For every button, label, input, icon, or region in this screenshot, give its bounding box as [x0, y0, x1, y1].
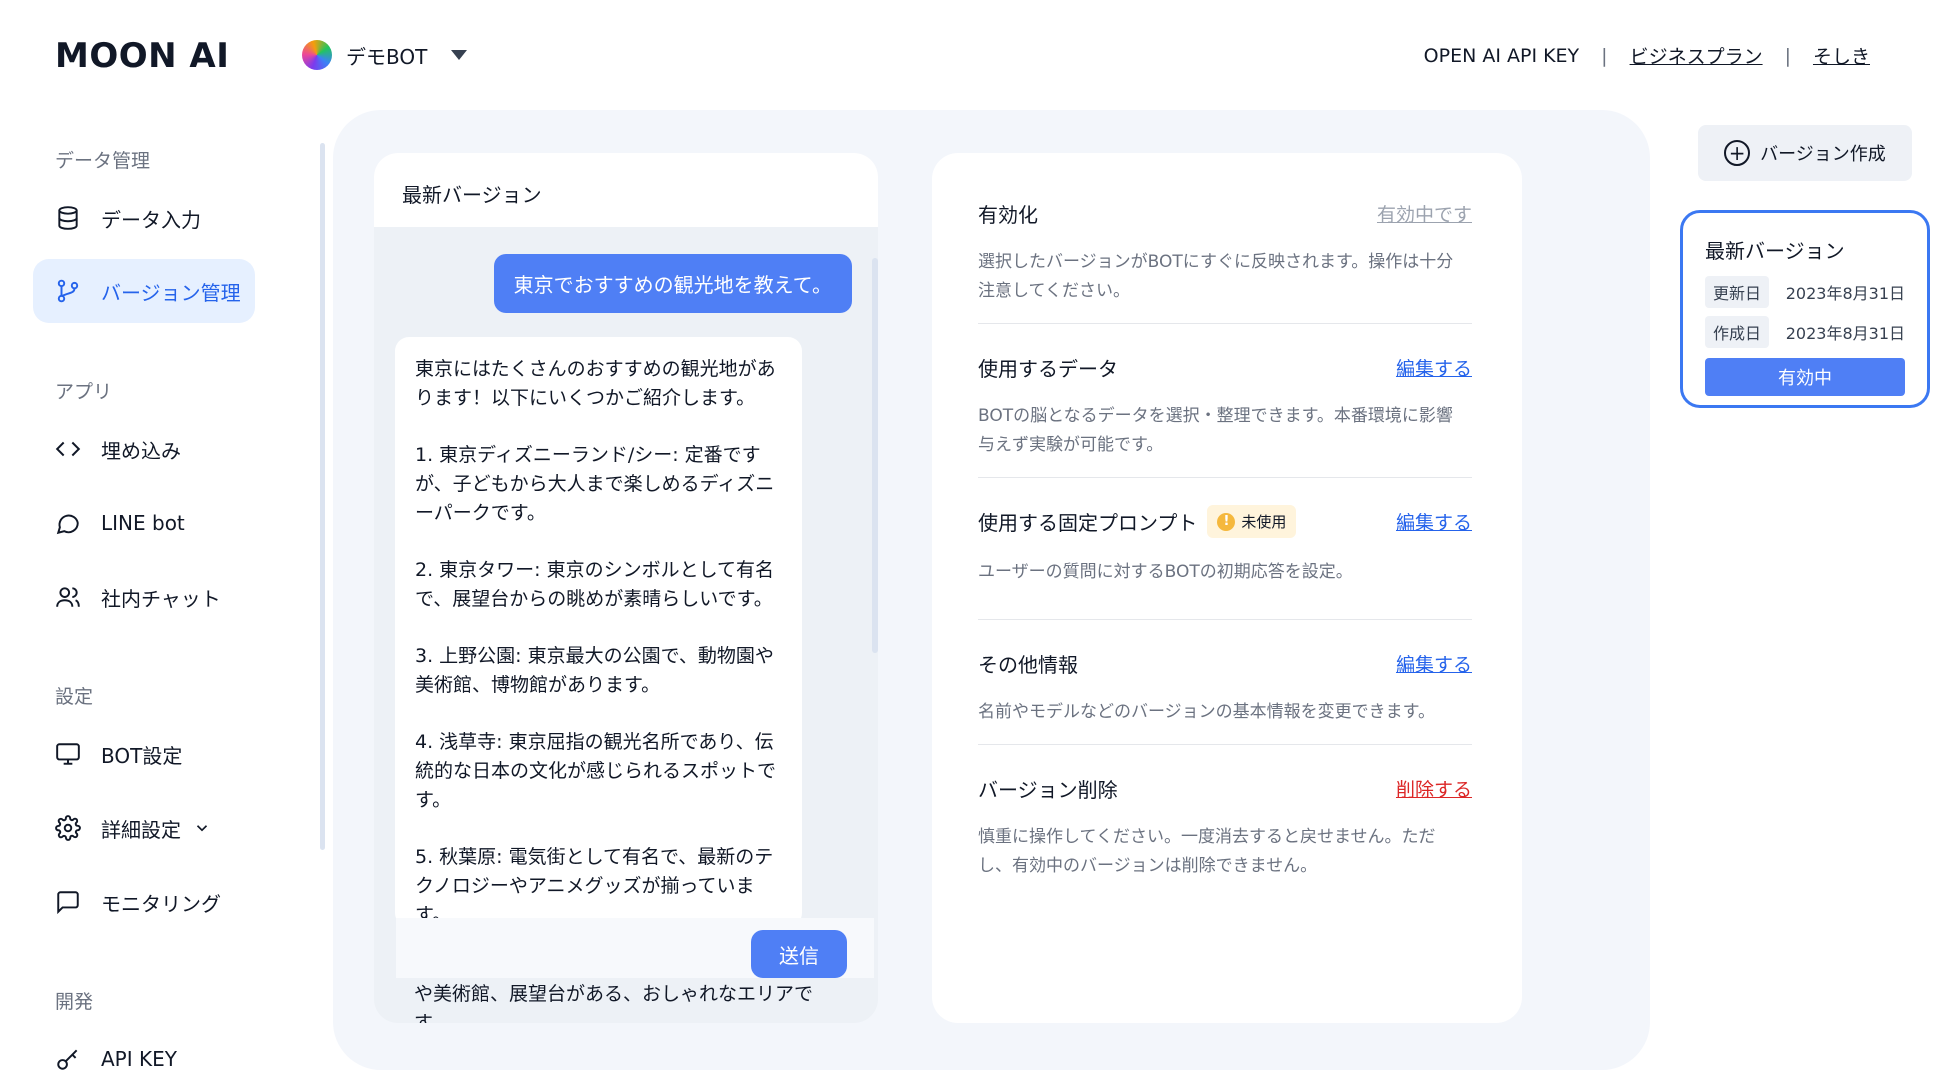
section-title-data: データ管理	[55, 150, 151, 172]
divider	[978, 619, 1472, 620]
bot-message-paragraph: 5. 秋葉原: 電気街として有名で、最新のテクノロジーやアニメグッズが揃っていま…	[415, 846, 774, 926]
database-icon	[58, 206, 78, 230]
active-status-button[interactable]: 有効中	[1705, 358, 1905, 396]
chat-title: 最新バージョン	[374, 153, 878, 227]
user-message: 東京でおすすめの観光地を教えて。	[493, 254, 852, 313]
section-title-dev: 開発	[55, 991, 94, 1013]
organization-link[interactable]: そしき	[1813, 42, 1870, 69]
app-logo: MOON AI	[55, 36, 230, 76]
sidebar-item-advanced-settings[interactable]: 詳細設定	[33, 796, 255, 860]
edit-prompt-link[interactable]: 編集する	[1396, 508, 1472, 535]
sidebar-item-label: 埋め込み	[101, 438, 181, 463]
bot-message-paragraph: 3. 上野公園: 東京最大の公園で、動物園や美術館、博物館があります。	[415, 645, 774, 696]
sidebar-item-label: 詳細設定	[101, 817, 181, 842]
key-icon	[57, 1049, 78, 1070]
setting-description: 名前やモデルなどのバージョンの基本情報を変更できます。	[978, 702, 1435, 722]
setting-fixed-prompt: 使用する固定プロンプト ! 未使用 編集する ユーザーの質問に対するBOTの初期…	[978, 505, 1472, 587]
updated-value: 2023年8月31日	[1785, 284, 1905, 303]
business-plan-link[interactable]: ビジネスプラン	[1630, 42, 1763, 69]
code-icon	[55, 441, 81, 457]
divider	[978, 477, 1472, 478]
sidebar-item-label: API KEY	[101, 1047, 177, 1071]
sidebar-item-version[interactable]: バージョン管理	[33, 259, 255, 323]
api-key-link[interactable]: OPEN AI API KEY	[1424, 45, 1579, 67]
message-square-icon	[57, 891, 79, 915]
sidebar-item-label: BOT設定	[101, 743, 183, 768]
created-value: 2023年8月31日	[1785, 324, 1905, 343]
setting-description: 選択したバージョンがBOTにすぐに反映されます。操作は十分注意してください。	[978, 252, 1454, 301]
setting-data: 使用するデータ 編集する BOTの脳となるデータを選択・整理できます。本番環境に…	[978, 353, 1472, 460]
section-title-apps: アプリ	[55, 381, 113, 403]
divider	[978, 744, 1472, 745]
warning-icon: !	[1217, 512, 1236, 531]
sidebar-item-line-bot[interactable]: LINE bot	[33, 491, 255, 555]
sidebar-item-label: LINE bot	[101, 511, 185, 535]
sidebar-item-internal-chat[interactable]: 社内チャット	[33, 565, 255, 629]
create-version-label: バージョン作成	[1760, 144, 1886, 165]
setting-other-info: その他情報 編集する 名前やモデルなどのバージョンの基本情報を変更できます。	[978, 649, 1472, 727]
bot-message-tail: や美術館、展望台がある、おしゃれなエリアです。	[414, 983, 814, 1023]
version-updated-row: 更新日 2023年8月31日	[1705, 276, 1905, 308]
caret-down-icon	[451, 50, 468, 60]
sidebar-item-label: モニタリング	[101, 891, 221, 916]
setting-label: 使用するデータ	[978, 357, 1118, 381]
setting-label: 使用する固定プロンプト	[978, 511, 1198, 535]
divider	[978, 323, 1472, 324]
bot-message-paragraph: 東京にはたくさんのおすすめの観光地があります！以下にいくつかご紹介します。	[415, 358, 776, 409]
bot-name: デモBOT	[346, 44, 428, 69]
sidebar-scrollbar[interactable]	[320, 143, 325, 850]
sidebar-item-api-key[interactable]: API KEY	[33, 1027, 255, 1091]
create-version-button[interactable]: + バージョン作成	[1698, 125, 1912, 181]
edit-data-link[interactable]: 編集する	[1396, 354, 1472, 381]
link-separator: |	[1601, 44, 1608, 67]
bot-avatar	[302, 40, 332, 70]
edit-info-link[interactable]: 編集する	[1396, 650, 1472, 677]
version-settings-card: 有効化 有効中です 選択したバージョンがBOTにすぐに反映されます。操作は十分注…	[932, 153, 1522, 1023]
sidebar-item-data-input[interactable]: データ入力	[33, 186, 255, 250]
sidebar-item-label: 社内チャット	[101, 586, 221, 611]
sidebar-item-monitoring[interactable]: モニタリング	[33, 870, 255, 934]
setting-label: その他情報	[978, 653, 1078, 677]
bot-message: 東京にはたくさんのおすすめの観光地があります！以下にいくつかご紹介します。 1.…	[395, 337, 802, 927]
created-label: 作成日	[1705, 316, 1770, 348]
plus-circle-icon: +	[1724, 140, 1751, 166]
monitor-icon	[56, 743, 80, 765]
users-icon	[56, 587, 80, 607]
activate-status-link[interactable]: 有効中です	[1377, 200, 1472, 227]
send-button[interactable]: 送信	[751, 930, 847, 978]
unused-badge: ! 未使用	[1207, 505, 1297, 538]
version-card[interactable]: 最新バージョン 更新日 2023年8月31日 作成日 2023年8月31日 有効…	[1680, 210, 1930, 408]
link-separator: |	[1784, 44, 1791, 67]
bot-message-paragraph: 4. 浅草寺: 東京屈指の観光名所であり、伝統的な日本の文化が感じられるスポット…	[415, 731, 777, 811]
delete-version-link[interactable]: 削除する	[1396, 775, 1472, 802]
bot-message-paragraph: 1. 東京ディズニーランド/シー: 定番ですが、子どもから大人まで楽しめるディズ…	[415, 444, 775, 524]
sidebar-item-bot-settings[interactable]: BOT設定	[33, 722, 255, 786]
sidebar-item-label: バージョン管理	[101, 280, 241, 305]
setting-activate: 有効化 有効中です 選択したバージョンがBOTにすぐに反映されます。操作は十分注…	[978, 199, 1472, 306]
branch-icon	[57, 279, 79, 303]
bot-selector[interactable]: デモBOT	[302, 40, 468, 70]
bot-message-paragraph: 2. 東京タワー: 東京のシンボルとして有名で、展望台からの眺めが素晴らしいです…	[415, 559, 775, 610]
gear-icon	[55, 815, 81, 841]
setting-description: 慎重に操作してください。一度消去すると戻せません。ただし、有効中のバージョンは削…	[978, 827, 1436, 876]
chat-preview-card: 最新バージョン 東京でおすすめの観光地を教えて。 東京にはたくさんのおすすめの観…	[374, 153, 878, 1023]
setting-label: 有効化	[978, 203, 1038, 227]
top-links: OPEN AI API KEY | ビジネスプラン | そしき	[1424, 42, 1870, 69]
version-card-title: 最新バージョン	[1705, 239, 1845, 263]
updated-label: 更新日	[1705, 276, 1770, 308]
badge-label: 未使用	[1241, 513, 1287, 531]
chat-scrollbar[interactable]	[872, 258, 878, 653]
chevron-down-icon	[196, 825, 208, 832]
setting-delete: バージョン削除 削除する 慎重に操作してください。一度消去すると戻せません。ただ…	[978, 774, 1472, 881]
setting-description: ユーザーの質問に対するBOTの初期応答を設定。	[978, 562, 1353, 582]
chat-bubble-icon	[56, 514, 79, 535]
setting-description: BOTの脳となるデータを選択・整理できます。本番環境に影響与えず実験が可能です。	[978, 406, 1453, 455]
setting-label-with-badge: 使用する固定プロンプト ! 未使用	[978, 505, 1297, 538]
sidebar-item-embed[interactable]: 埋め込み	[33, 417, 255, 481]
sidebar-item-label: データ入力	[101, 207, 201, 232]
section-title-settings: 設定	[55, 686, 94, 708]
version-created-row: 作成日 2023年8月31日	[1705, 316, 1905, 348]
setting-label: バージョン削除	[978, 778, 1118, 802]
